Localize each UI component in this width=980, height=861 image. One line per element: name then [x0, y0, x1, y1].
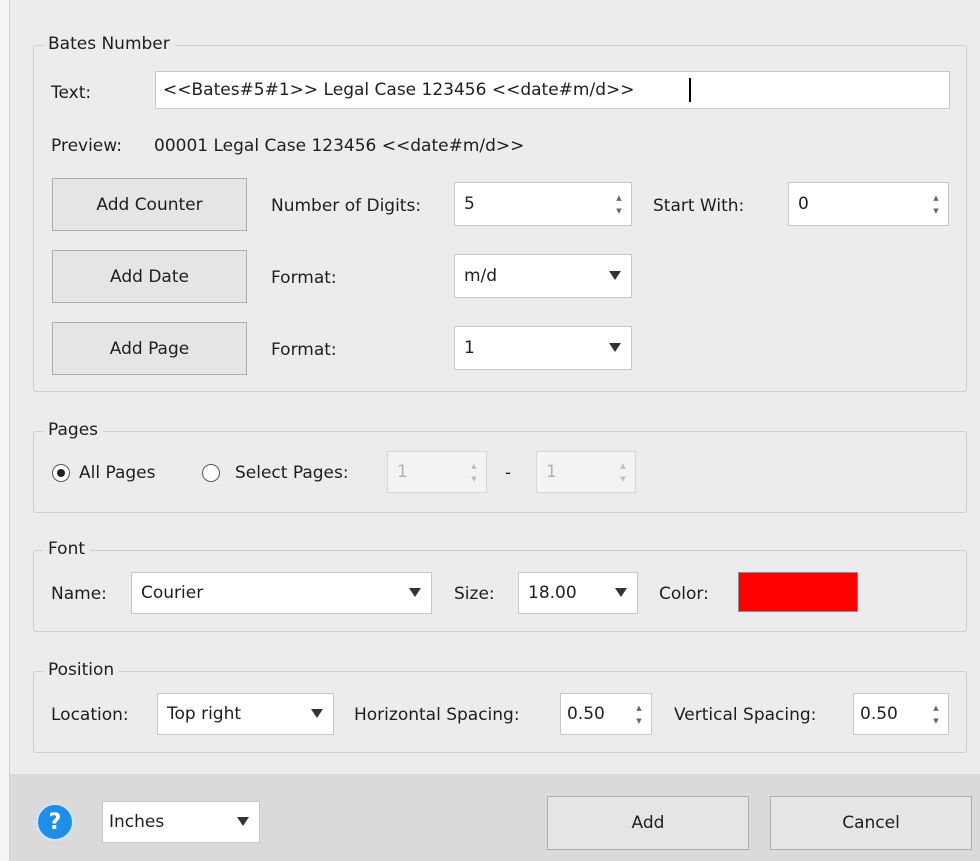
text-cursor — [689, 78, 691, 102]
start-with-value: 0 — [798, 194, 809, 214]
font-name-label: Name: — [51, 584, 107, 604]
location-select[interactable]: Top right — [157, 693, 334, 735]
chevron-down-icon[interactable] — [609, 271, 621, 280]
pages-legend: Pages — [43, 420, 104, 440]
spin-down-icon[interactable]: ▼ — [930, 207, 942, 215]
spin-down-icon[interactable]: ▼ — [617, 475, 629, 483]
all-pages-radio[interactable] — [52, 464, 70, 482]
digits-spin-icon[interactable]: ▲ ▼ — [613, 183, 625, 225]
font-name-select[interactable]: Courier — [131, 572, 432, 614]
font-color-label: Color: — [659, 584, 709, 604]
add-date-button[interactable]: Add Date — [52, 250, 247, 303]
font-name-value: Courier — [141, 583, 204, 603]
add-button[interactable]: Add — [547, 796, 749, 850]
select-pages-label[interactable]: Select Pages: — [235, 462, 349, 484]
preview-label: Preview: — [51, 136, 122, 156]
select-pages-radio[interactable] — [202, 464, 220, 482]
position-legend: Position — [43, 660, 120, 680]
spin-down-icon[interactable]: ▼ — [930, 717, 942, 725]
location-label: Location: — [51, 705, 129, 725]
spin-down-icon[interactable]: ▼ — [633, 717, 645, 725]
page-format-label: Format: — [271, 340, 337, 360]
date-format-label: Format: — [271, 268, 337, 288]
location-value: Top right — [167, 704, 242, 724]
page-from-stepper[interactable]: 1 ▲ ▼ — [387, 451, 487, 493]
window-left-edge — [0, 0, 10, 861]
pages-group — [33, 431, 967, 513]
chevron-down-icon[interactable] — [615, 588, 627, 597]
spin-up-icon[interactable]: ▲ — [930, 704, 942, 712]
bates-text-value: <<Bates#5#1>> Legal Case 123456 <<date#m… — [163, 80, 635, 100]
date-format-select[interactable]: m/d — [454, 254, 632, 298]
chevron-down-icon[interactable] — [409, 588, 421, 597]
spin-down-icon[interactable]: ▼ — [468, 475, 480, 483]
horizontal-spacing-stepper[interactable]: 0.50 ▲ ▼ — [560, 693, 652, 735]
font-size-select[interactable]: 18.00 — [518, 572, 638, 614]
chevron-down-icon[interactable] — [311, 709, 323, 718]
units-value: Inches — [109, 812, 165, 832]
horizontal-spacing-label: Horizontal Spacing: — [354, 705, 520, 725]
font-size-value: 18.00 — [528, 583, 577, 603]
date-format-value: m/d — [464, 266, 498, 286]
start-with-stepper[interactable]: 0 ▲ ▼ — [788, 182, 949, 226]
font-legend: Font — [43, 539, 91, 559]
font-color-swatch[interactable] — [738, 572, 858, 612]
hspacing-spin-icon[interactable]: ▲ ▼ — [633, 694, 645, 734]
spin-up-icon[interactable]: ▲ — [633, 704, 645, 712]
vertical-spacing-label: Vertical Spacing: — [674, 705, 817, 725]
digits-label: Number of Digits: — [271, 196, 422, 216]
add-page-button[interactable]: Add Page — [52, 322, 247, 375]
bates-text-input[interactable]: <<Bates#5#1>> Legal Case 123456 <<date#m… — [155, 71, 950, 109]
spin-up-icon[interactable]: ▲ — [617, 462, 629, 470]
preview-value: 00001 Legal Case 123456 <<date#m/d>> — [154, 136, 525, 156]
from-spin-icon[interactable]: ▲ ▼ — [468, 452, 480, 492]
spin-up-icon[interactable]: ▲ — [930, 194, 942, 202]
units-select[interactable]: Inches — [102, 801, 260, 843]
spin-up-icon[interactable]: ▲ — [468, 462, 480, 470]
vertical-spacing-stepper[interactable]: 0.50 ▲ ▼ — [853, 693, 949, 735]
add-counter-button[interactable]: Add Counter — [52, 178, 247, 231]
page-format-select[interactable]: 1 — [454, 326, 632, 370]
vspacing-spin-icon[interactable]: ▲ ▼ — [930, 694, 942, 734]
vertical-spacing-value: 0.50 — [860, 704, 898, 724]
start-with-label: Start With: — [653, 196, 745, 216]
to-spin-icon[interactable]: ▲ ▼ — [617, 452, 629, 492]
horizontal-spacing-value: 0.50 — [567, 704, 605, 724]
cancel-button[interactable]: Cancel — [770, 796, 972, 850]
all-pages-label[interactable]: All Pages — [79, 462, 156, 484]
radio-selected-dot — [57, 469, 65, 477]
help-icon[interactable]: ? — [36, 803, 74, 841]
range-dash: - — [505, 463, 512, 483]
font-size-label: Size: — [454, 584, 495, 604]
page-from-value: 1 — [397, 462, 408, 482]
page-to-stepper[interactable]: 1 ▲ ▼ — [536, 451, 636, 493]
digits-value: 5 — [464, 194, 475, 214]
page-to-value: 1 — [546, 462, 557, 482]
spin-down-icon[interactable]: ▼ — [613, 207, 625, 215]
text-label: Text: — [51, 83, 92, 103]
start-spin-icon[interactable]: ▲ ▼ — [930, 183, 942, 225]
digits-stepper[interactable]: 5 ▲ ▼ — [454, 182, 632, 226]
spin-up-icon[interactable]: ▲ — [613, 194, 625, 202]
page-format-value: 1 — [464, 338, 475, 358]
chevron-down-icon[interactable] — [609, 343, 621, 352]
chevron-down-icon[interactable] — [237, 817, 249, 826]
bates-number-legend: Bates Number — [43, 34, 175, 54]
